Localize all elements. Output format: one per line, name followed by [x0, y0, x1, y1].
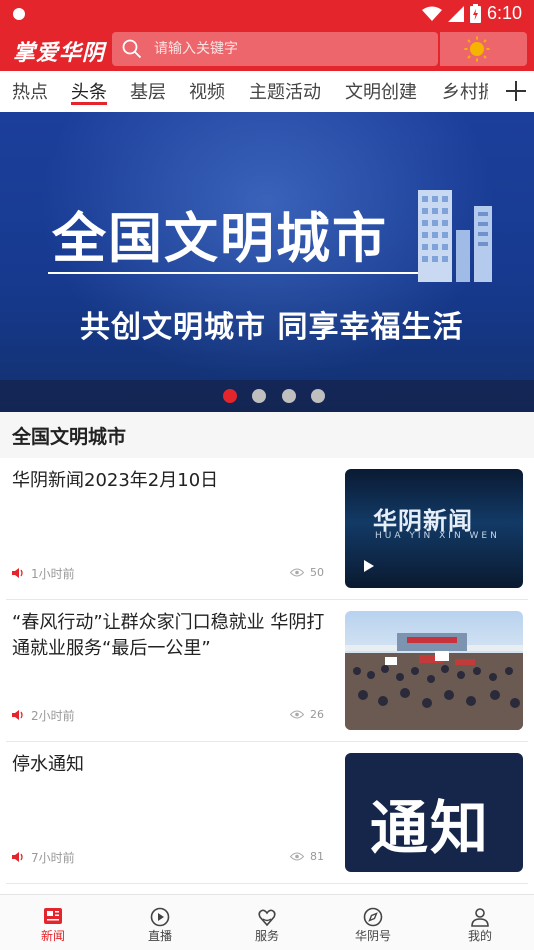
eye-icon [290, 568, 304, 577]
speaker-icon [12, 710, 23, 720]
nav-live[interactable]: 直播 [107, 895, 213, 950]
nav-label: 服务 [254, 929, 279, 943]
view-count: 26 [310, 708, 324, 721]
wifi-icon [421, 6, 442, 21]
banner-title: 全国文明城市 [52, 207, 388, 270]
divider [6, 883, 528, 884]
nav-huayin-account[interactable]: 华阴号 [320, 895, 426, 950]
news-thumbnail[interactable]: 通知 [345, 753, 523, 872]
news-time: 2小时前 [31, 709, 75, 723]
speaker-icon [12, 852, 23, 862]
bottom-navigation: 新闻 直播 服务 华阴号 我的 [0, 894, 534, 950]
news-item[interactable]: “春风行动”让群众家门口稳就业 华阴打通就业服务“最后一公里” 2小时前 26 [0, 600, 534, 742]
news-thumbnail[interactable] [345, 611, 523, 730]
banner-carousel[interactable]: 全国文明城市 共创文明城市 同享幸福生活 [0, 112, 534, 412]
tab-grassroots[interactable]: 基层 [130, 78, 166, 104]
carousel-dot[interactable] [311, 389, 325, 403]
thumbnail-title: 通知 [370, 794, 491, 862]
banner-subtitle: 共创文明城市 同享幸福生活 [80, 310, 464, 345]
news-time: 7小时前 [31, 851, 75, 865]
view-count: 50 [310, 566, 324, 579]
nav-news[interactable]: 新闻 [0, 895, 106, 950]
app-logo[interactable]: 掌爱华阴 [13, 35, 105, 67]
channel-tabs: 热点 头条 基层 视频 主题活动 文明创建 乡村振兴 [0, 71, 534, 112]
nav-label: 新闻 [40, 929, 65, 943]
eye-icon [290, 852, 304, 861]
status-icons: 6:10 [421, 3, 522, 24]
speaker-icon [12, 568, 23, 578]
view-count: 81 [310, 850, 324, 863]
carousel-dot[interactable] [282, 389, 296, 403]
tab-theme-activities[interactable]: 主题活动 [249, 78, 321, 104]
crowd-photo [345, 633, 523, 730]
battery-icon [469, 4, 481, 23]
news-title: 华阴新闻2023年2月10日 [12, 470, 219, 491]
carousel-dot[interactable] [223, 389, 237, 403]
play-circle-icon [150, 907, 170, 927]
signal-icon [447, 5, 464, 22]
add-channel-icon[interactable] [504, 79, 528, 103]
news-time: 1小时前 [31, 567, 75, 581]
eye-icon [290, 710, 304, 719]
app-header: 掌爱华阴 [0, 28, 534, 71]
search-input[interactable] [154, 32, 424, 66]
nav-label: 华阴号 [354, 929, 391, 943]
search-icon [122, 39, 142, 59]
active-tab-indicator [71, 102, 107, 105]
weather-button[interactable] [440, 32, 527, 66]
carousel-indicator-bar [0, 380, 534, 412]
tab-civilization[interactable]: 文明创建 [345, 78, 417, 104]
section-header: 全国文明城市 [0, 412, 534, 458]
nav-service[interactable]: 服务 [214, 895, 320, 950]
carousel-dot[interactable] [252, 389, 266, 403]
notification-dot-icon [13, 8, 25, 20]
tab-hot[interactable]: 热点 [12, 78, 48, 104]
news-title: 停水通知 [12, 754, 84, 775]
compass-icon [363, 907, 383, 927]
service-heart-icon [258, 909, 276, 927]
banner-divider [48, 272, 426, 274]
news-thumbnail[interactable]: 华阴新闻 HUA YIN XIN WEN [345, 469, 523, 588]
news-item[interactable]: 停水通知 7小时前 81 通知 [0, 742, 534, 884]
nav-label: 我的 [467, 929, 492, 943]
clock: 6:10 [486, 3, 522, 23]
nav-profile[interactable]: 我的 [427, 895, 533, 950]
section-title: 全国文明城市 [12, 426, 127, 448]
tab-video[interactable]: 视频 [189, 78, 225, 104]
sun-icon [464, 36, 490, 62]
nav-label: 直播 [147, 929, 172, 943]
tab-headlines[interactable]: 头条 [71, 78, 107, 104]
search-bar[interactable] [112, 32, 438, 66]
status-bar: 6:10 [0, 0, 534, 28]
user-icon [471, 908, 489, 927]
play-icon[interactable] [363, 559, 375, 573]
news-icon [44, 908, 62, 924]
buildings-graphic [418, 190, 492, 282]
thumbnail-subtitle: HUA YIN XIN WEN [375, 531, 500, 541]
news-title: “春风行动”让群众家门口稳就业 华阴打通就业服务“最后一公里” [12, 612, 325, 659]
news-item[interactable]: 华阴新闻2023年2月10日 1小时前 50 华阴新闻 HUA YIN XIN … [0, 458, 534, 600]
